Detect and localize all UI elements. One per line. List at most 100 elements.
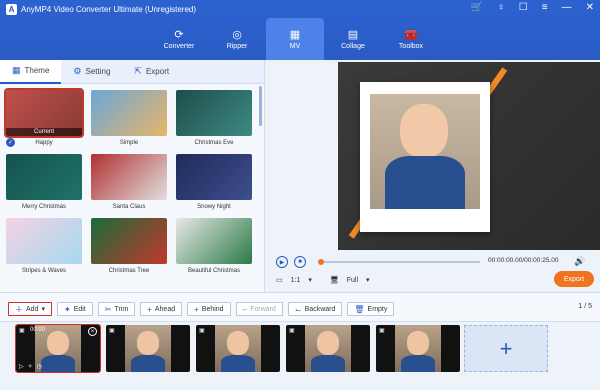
- forward-icon: ⌐: [242, 304, 248, 314]
- clip-face: [137, 331, 159, 355]
- progress-knob[interactable]: [318, 259, 324, 265]
- theme-thumbnail[interactable]: [176, 154, 252, 200]
- cart-icon[interactable]: 🛒: [471, 2, 483, 13]
- volume-icon[interactable]: 🔊: [574, 256, 585, 267]
- timeline-clip[interactable]: ▣ 00:00 × ▷ ✧ ◷: [15, 324, 101, 373]
- timeline-clip[interactable]: ▣: [286, 325, 370, 372]
- nav-label: Collage: [341, 43, 365, 50]
- edit-button[interactable]: ✦ Edit: [56, 302, 93, 316]
- clip-thumbnail: [125, 325, 171, 372]
- menu-icon[interactable]: ≡: [542, 2, 548, 13]
- close-icon[interactable]: ✕: [586, 2, 594, 13]
- theme-item[interactable]: Current ✓ Happy: [4, 88, 84, 150]
- play-icon[interactable]: ▷: [19, 363, 24, 370]
- tab-theme[interactable]: ▦ Theme: [0, 59, 62, 84]
- theme-thumbnail[interactable]: [91, 218, 167, 264]
- chevron-down-icon[interactable]: ▾: [308, 276, 312, 284]
- image-icon: ▣: [19, 328, 25, 334]
- theme-name: Beautiful Christmas: [187, 268, 241, 274]
- ratio-select[interactable]: 1:1: [291, 277, 301, 284]
- stop-icon[interactable]: ■: [294, 256, 306, 268]
- chat-icon[interactable]: ☐: [519, 2, 528, 13]
- theme-panel: ▦ Theme ⚙ Setting ⇱ Export Current ✓ Happy…: [0, 59, 265, 292]
- forward-button[interactable]: ⌐ Forward: [235, 302, 283, 316]
- theme-item[interactable]: Simple: [91, 90, 167, 150]
- theme-item[interactable]: Merry Christmas: [6, 154, 82, 214]
- theme-item[interactable]: Beautiful Christmas: [176, 218, 252, 278]
- theme-thumbnail[interactable]: [6, 218, 82, 264]
- timeline-clip[interactable]: ▣: [376, 325, 460, 372]
- empty-button[interactable]: 🗑 Empty: [347, 302, 395, 316]
- nav-label: Converter: [163, 43, 195, 50]
- theme-name: Happy: [35, 140, 53, 146]
- theme-name-row: Christmas Eve: [176, 136, 252, 150]
- theme-name-row: Stripes & Waves: [6, 264, 82, 278]
- behind-button[interactable]: + Behind: [187, 302, 231, 316]
- account-icon[interactable]: ♀: [497, 2, 505, 13]
- export-icon: ⇱: [134, 66, 142, 76]
- theme-name: Christmas Eve: [194, 140, 234, 146]
- theme-thumbnail[interactable]: [91, 154, 167, 200]
- chevron-down-icon: ▾: [41, 306, 45, 313]
- timeline-clip[interactable]: ▣: [196, 325, 280, 372]
- clip-shirt: [41, 355, 75, 372]
- gear-icon: ⚙: [73, 66, 82, 76]
- backward-label: Backward: [304, 305, 336, 313]
- backward-button[interactable]: ⌙ Backward: [287, 302, 343, 316]
- theme-thumbnail[interactable]: [6, 154, 82, 200]
- theme-item[interactable]: Christmas Tree: [91, 218, 167, 278]
- preview-area: [338, 62, 600, 250]
- play-icon[interactable]: ▶: [276, 256, 288, 268]
- plus-icon: ＋: [15, 304, 23, 314]
- add-clip-button[interactable]: +: [464, 325, 548, 372]
- plus-icon: +: [147, 304, 152, 314]
- clip-shirt: [131, 355, 165, 372]
- theme-scrollbar[interactable]: [259, 86, 262, 126]
- theme-name: Santa Claus: [112, 204, 146, 210]
- theme-name-row: Christmas Tree: [91, 264, 167, 278]
- theme-name-row: Simple: [91, 136, 167, 150]
- tab-label: Setting: [85, 67, 111, 76]
- theme-thumbnail[interactable]: [176, 90, 252, 136]
- ahead-button[interactable]: + Ahead: [140, 302, 183, 316]
- nav-toolbox[interactable]: 🧰 Toolbox: [382, 18, 440, 60]
- edit-icon[interactable]: ✧: [28, 363, 33, 370]
- image-icon: ▣: [109, 328, 115, 334]
- monitor-icon: 🖥: [329, 277, 339, 284]
- clip-face: [227, 331, 249, 355]
- theme-name: Snowy Night: [197, 204, 231, 210]
- tab-export[interactable]: ⇱ Export: [122, 60, 181, 84]
- grid-icon: ▦: [12, 65, 21, 75]
- magic-wand-icon: ✦: [63, 304, 71, 314]
- chevron-down-icon[interactable]: ▾: [366, 276, 370, 284]
- theme-item[interactable]: Stripes & Waves: [6, 218, 82, 278]
- minimize-icon[interactable]: —: [562, 2, 572, 13]
- theme-thumbnail[interactable]: [91, 90, 167, 136]
- trim-button[interactable]: ✂ Trim: [97, 302, 136, 316]
- theme-item[interactable]: Santa Claus: [91, 154, 167, 214]
- playback-buttons: ▶ ■: [276, 256, 306, 268]
- nav-collage[interactable]: ▤ Collage: [324, 18, 382, 60]
- timeline-clip[interactable]: ▣: [106, 325, 190, 372]
- theme-thumbnail[interactable]: [176, 218, 252, 264]
- close-icon[interactable]: ×: [88, 327, 97, 336]
- theme-name-row: Snowy Night: [176, 200, 252, 214]
- nav-mv[interactable]: ▦ MV: [266, 18, 324, 60]
- theme-item[interactable]: Snowy Night: [176, 154, 252, 214]
- theme-thumbnail[interactable]: Current: [4, 88, 84, 138]
- toolbar-buttons: ＋ Add ▾ ✦ Edit ✂ Trim + Ahead + Behind ⌐…: [8, 302, 395, 316]
- tab-setting[interactable]: ⚙ Setting: [61, 60, 122, 84]
- progress-bar[interactable]: [318, 259, 480, 265]
- theme-item[interactable]: Christmas Eve: [176, 90, 252, 150]
- current-badge: Current: [6, 128, 82, 136]
- clip-shirt: [401, 355, 435, 372]
- nav-converter[interactable]: ⟳ Converter: [150, 18, 208, 60]
- add-button[interactable]: ＋ Add ▾: [8, 302, 52, 316]
- nav-ripper[interactable]: ◎ Ripper: [208, 18, 266, 60]
- clock-icon[interactable]: ◷: [37, 363, 42, 370]
- clip-duration: 00:00: [30, 327, 46, 333]
- edit-label: Edit: [73, 305, 86, 313]
- export-button[interactable]: Export: [554, 271, 594, 287]
- image-icon: ▣: [289, 328, 295, 334]
- display-select[interactable]: Full: [347, 277, 358, 284]
